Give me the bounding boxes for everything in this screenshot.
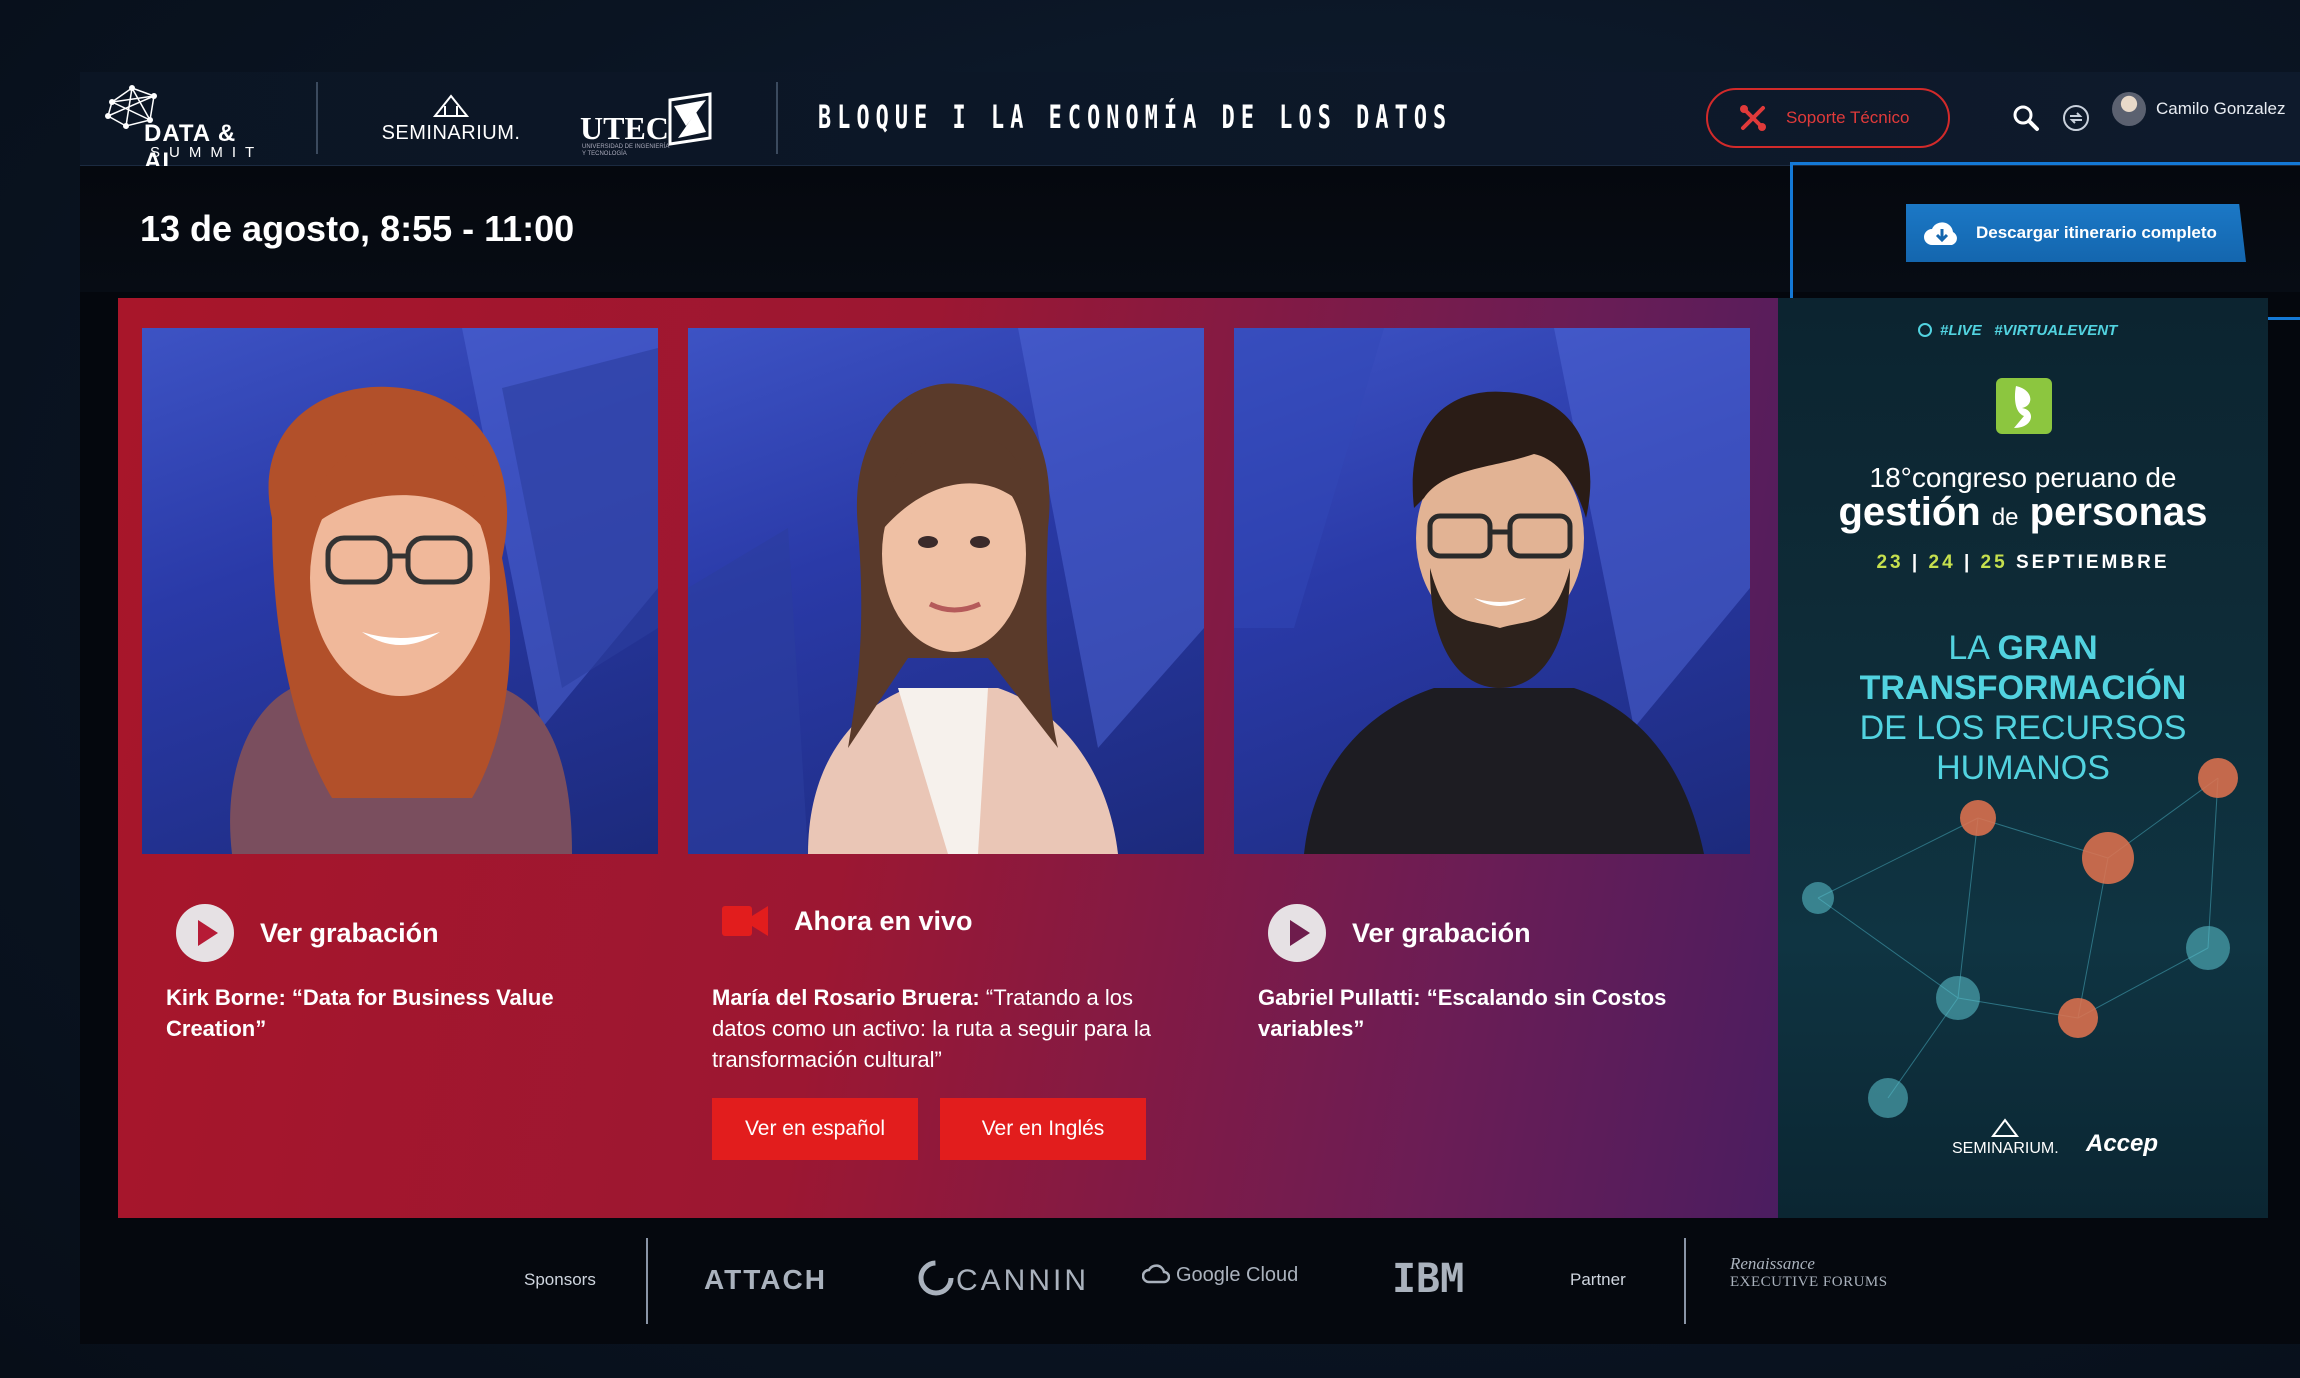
talks-panel: Ver grabación Kirk Borne: “Data for Busi… (118, 298, 1778, 1218)
congress-dates: 23 | 24 | 25 SEPTIEMBRE (1876, 552, 2170, 573)
partner-label: Partner (1570, 1270, 1626, 1289)
watch-recording-link[interactable]: Ver grabación (1268, 904, 1531, 962)
status-label: Ver grabación (260, 917, 439, 948)
sponsor-ibm[interactable]: IBM (1392, 1256, 1464, 1302)
congress-word-personas: personas (2029, 490, 2208, 534)
download-label: Descargar itinerario completo (1976, 223, 2217, 242)
speaker-illustration (688, 328, 1204, 854)
talk-title: Kirk Borne: “Data for Business Value Cre… (166, 982, 646, 1044)
sponsors-divider (646, 1238, 648, 1324)
sponsor-google-cloud[interactable]: Google Cloud (1141, 1264, 1299, 1287)
partner-divider (1684, 1238, 1686, 1324)
avatar (2112, 92, 2146, 126)
user-menu[interactable]: Camilo Gonzalez (2112, 92, 2285, 126)
headline-humanos: HUMANOS (1936, 749, 2110, 787)
talk-title: Gabriel Pullatti: “Escalando sin Costos … (1258, 982, 1738, 1044)
headline-la: LA (1948, 629, 1989, 667)
sponsor-cannin-text: CANNIN (956, 1264, 1090, 1297)
partner-line1: Renaissance (1730, 1254, 1815, 1273)
play-icon (1268, 904, 1326, 962)
date-month: SEPTIEMBRE (2015, 552, 2170, 573)
building-icon (1991, 1118, 2020, 1137)
sponsor-cannin[interactable]: CANNIN (916, 1258, 1089, 1298)
ad-headline: LA GRAN TRANSFORMACIÓN DE LOS RECURSOS H… (1778, 628, 2268, 788)
utec-flag-icon (668, 92, 712, 146)
congress-word-gestion: gestión (1838, 490, 1981, 534)
congress-logo-icon (1996, 378, 2052, 434)
search-icon[interactable] (2010, 102, 2042, 134)
sponsor-attach[interactable]: ATTACH (704, 1264, 827, 1296)
speaker-illustration (1234, 328, 1750, 854)
tag-virtual: #VIRTUALEVENT (1994, 322, 2118, 339)
watch-english-button[interactable]: Ver en Inglés (940, 1098, 1146, 1160)
seminarium-logo: SEMINARIUM. (376, 94, 526, 150)
top-header: DATA & AI SUMMIT SEMINARIUM. UTEC UNIVER… (80, 72, 2300, 175)
ad-footer-seminarium-text: SEMINARIUM. (1952, 1140, 2059, 1157)
header-divider (776, 82, 778, 154)
speaker-name: Gabriel Pullatti: (1258, 985, 1421, 1010)
tools-icon (1740, 105, 1766, 131)
seminarium-text: SEMINARIUM. (381, 122, 521, 144)
live-dot-icon (1918, 323, 1932, 337)
support-button[interactable]: Soporte Técnico (1706, 88, 1950, 148)
talk-title: María del Rosario Bruera: “Tratando a lo… (712, 982, 1192, 1075)
speaker-photo[interactable] (688, 328, 1204, 854)
date-24: 24 (1928, 552, 1956, 573)
block-title: BLOQUE I LA ECONOMÍA DE LOS DATOS (818, 98, 1453, 136)
speaker-illustration (230, 328, 658, 854)
live-now-link[interactable]: Ahora en vivo (722, 904, 973, 938)
headline-transformacion: TRANSFORMACIÓN (1859, 669, 2187, 707)
congress-word-de: de (1991, 504, 2019, 531)
device-frame: DATA & AI SUMMIT SEMINARIUM. UTEC UNIVER… (0, 0, 2300, 1378)
speaker-photo[interactable] (1234, 328, 1750, 854)
event-tags: #LIVE #VIRTUALEVENT (1918, 322, 2117, 339)
speaker-name: María del Rosario Bruera: (712, 985, 980, 1010)
refresh-icon[interactable] (2060, 102, 2092, 134)
headline-recursos: DE LOS RECURSOS (1859, 709, 2187, 747)
congress-name-line2: gestión de personas (1778, 490, 2268, 535)
ordinal: 18° (1869, 462, 1912, 493)
partner-line2: EXECUTIVE FORUMS (1730, 1274, 1888, 1290)
app-screen: DATA & AI SUMMIT SEMINARIUM. UTEC UNIVER… (80, 72, 2300, 1344)
congress-ad-banner[interactable]: #LIVE #VIRTUALEVENT 18°congreso peruano … (1778, 298, 2268, 1218)
user-name: Camilo Gonzalez (2156, 99, 2286, 118)
status-label: Ahora en vivo (794, 905, 973, 936)
status-label: Ver grabación (1352, 917, 1531, 948)
support-label: Soporte Técnico (1786, 108, 1910, 127)
date-23: 23 (1876, 552, 1904, 573)
session-bar: 13 de agosto, 8:55 - 11:00 Descargar iti… (80, 162, 2300, 320)
watch-spanish-button[interactable]: Ver en español (712, 1098, 918, 1160)
logo-line2: SUMMIT (150, 144, 264, 161)
sponsors-bar: Sponsors ATTACH CANNIN Google Cloud IBM … (80, 1220, 2300, 1344)
ad-footer-seminarium: SEMINARIUM. (1952, 1118, 2059, 1158)
play-icon (176, 904, 234, 962)
cloud-icon (1141, 1264, 1171, 1284)
header-divider (316, 82, 318, 154)
download-itinerary-button[interactable]: Descargar itinerario completo (1906, 204, 2246, 262)
speaker-name: Kirk Borne: (166, 985, 286, 1010)
video-camera-icon (722, 906, 768, 936)
utec-logo: UTEC UNIVERSIDAD DE INGENIERÍA Y TECNOLO… (580, 84, 720, 158)
utec-text: UTEC (580, 110, 669, 146)
sponsor-google-text: Google Cloud (1176, 1264, 1299, 1286)
cloud-download-icon (1924, 222, 1957, 245)
sponsors-label: Sponsors (524, 1270, 596, 1289)
utec-subtext: UNIVERSIDAD DE INGENIERÍA Y TECNOLOGÍA (582, 144, 670, 157)
headline-gran: GRAN (1997, 629, 2098, 667)
session-date: 13 de agosto, 8:55 - 11:00 (140, 208, 575, 249)
congress-line1: congreso peruano de (1911, 462, 2177, 493)
ad-footer-accep: Accep (2086, 1130, 2159, 1157)
building-icon (432, 94, 470, 117)
data-ai-summit-logo[interactable]: DATA & AI SUMMIT (102, 80, 264, 175)
date-25: 25 (1980, 552, 2008, 573)
cannin-ring-icon (918, 1260, 954, 1296)
speaker-photo[interactable] (142, 328, 658, 854)
partner-renaissance[interactable]: Renaissance EXECUTIVE FORUMS (1730, 1254, 1888, 1291)
watch-recording-link[interactable]: Ver grabación (176, 904, 439, 962)
tag-live: #LIVE (1940, 322, 1982, 339)
